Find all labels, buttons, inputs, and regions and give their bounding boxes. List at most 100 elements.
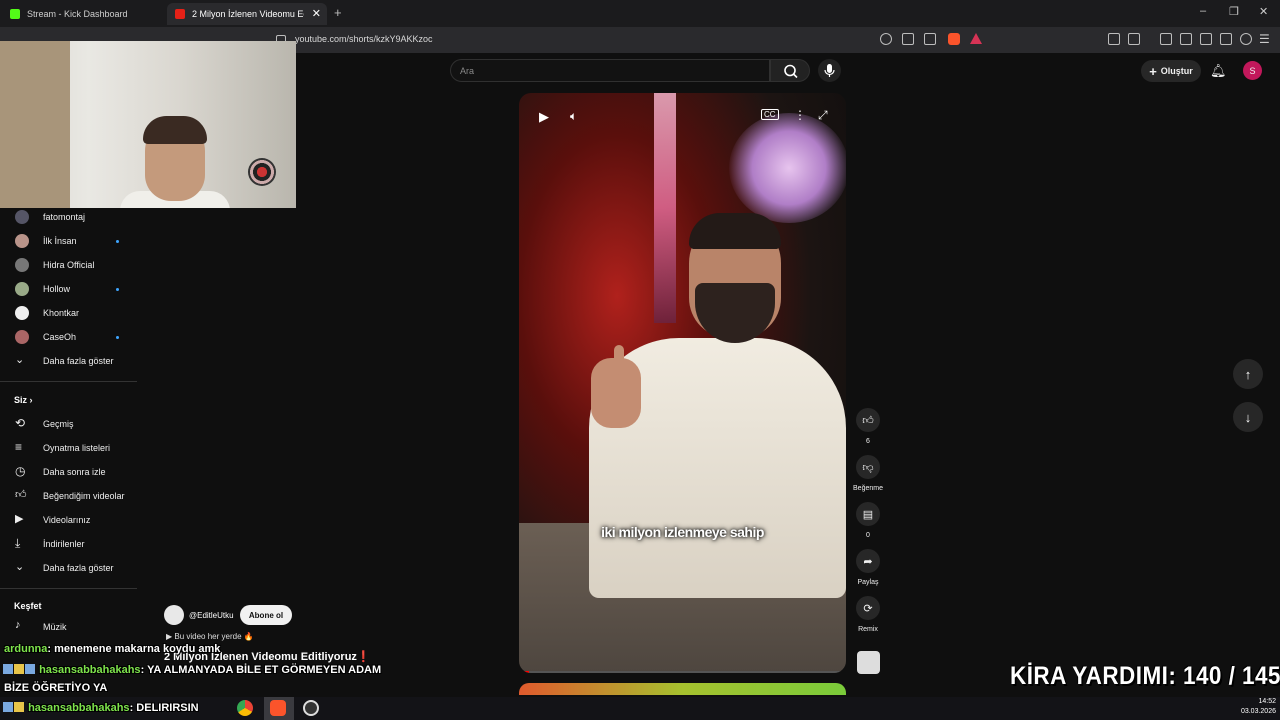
extensions-icon[interactable] (1108, 33, 1120, 45)
brave-rewards-icon[interactable] (970, 33, 982, 44)
more-options-icon[interactable]: ⋮ (794, 108, 806, 122)
media-icon[interactable] (1160, 33, 1172, 45)
badge-icon (3, 702, 13, 712)
sidebar-item-label: Geçmiş (43, 419, 74, 429)
leo-icon[interactable] (1220, 33, 1232, 45)
chat-message: hasansabbahakahs: YA ALMANYADA BİLE ET G… (3, 664, 381, 676)
video-caption: iki milyon izlenmeye sahip (601, 524, 764, 540)
comments-button[interactable]: ▤ (856, 502, 880, 526)
playlists-icon: ≡ (15, 440, 23, 454)
chevron-down-icon: ⌄ (15, 561, 25, 573)
next-short-preview[interactable] (519, 683, 846, 695)
volume-icon[interactable]: 🔈︎ (570, 109, 577, 124)
sidebar-sub-caseoh[interactable]: CaseOh (0, 325, 137, 349)
dartboard (248, 158, 276, 186)
wallet-icon[interactable] (1200, 33, 1212, 45)
vpn-icon[interactable] (1240, 33, 1252, 45)
channel-avatar (15, 210, 29, 224)
menu-icon[interactable]: ☰ (1259, 32, 1270, 46)
notifications-bell-icon[interactable]: 🔔︎ (1210, 63, 1227, 79)
chevron-down-icon: ⌄ (15, 354, 25, 366)
search-input[interactable]: Ara (450, 59, 770, 82)
sidebar-item-label: İlk İnsan (43, 236, 77, 246)
url-field[interactable]: youtube.com/shorts/kzkY9AKKzoc (295, 34, 433, 44)
arrow-up-icon: ↑ (1244, 366, 1252, 382)
chat-message: ardunna: menemene makarna koydu amk (4, 643, 220, 655)
search-button[interactable] (770, 59, 810, 82)
share-button[interactable]: ➦ (856, 549, 880, 573)
fullscreen-icon[interactable]: ⤢ (818, 108, 828, 123)
sidebar-item-downloads[interactable]: ⤓ İndirilenler (0, 532, 137, 556)
sidebar-sub-ilk-insan[interactable]: İlk İnsan (0, 229, 137, 253)
kick-icon (10, 9, 20, 19)
sidebar-item-label: Oynatma listeleri (43, 443, 111, 453)
audio-thumbnail[interactable] (857, 651, 880, 674)
tab-youtube-short[interactable]: 2 Milyon İzlenen Videomu Editli ✕ (167, 3, 327, 25)
sidebar-item-label: CaseOh (43, 332, 77, 342)
comment-icon: ▤ (862, 508, 874, 521)
sidebar-item-your-videos[interactable]: ▶ Videolarınız (0, 508, 137, 532)
sidebar-sub-hidra-official[interactable]: Hidra Official (0, 253, 137, 277)
captions-icon[interactable]: CC (761, 109, 779, 120)
sidebar-item-liked-videos[interactable]: 👍︎ Beğendiğim videolar (0, 484, 137, 508)
thumbs-down-icon: 👎︎ (862, 461, 874, 474)
sidebar-sub-hollow[interactable]: Hollow (0, 277, 137, 301)
sidebar-item-playlists[interactable]: ≡ Oynatma listeleri (0, 436, 137, 460)
like-button[interactable]: 👍︎ (856, 408, 880, 432)
restore-icon[interactable]: ❐ (1229, 5, 1239, 18)
sidebar-item-label: Khontkar (43, 308, 80, 318)
channel-name[interactable]: @EditleUtku (189, 611, 234, 620)
create-button[interactable]: + Oluştur (1141, 60, 1201, 82)
sidebar-item-history[interactable]: ⟲ Geçmiş (0, 412, 137, 436)
sidebar-sub-fatomontaj[interactable]: fatomontaj (0, 205, 137, 229)
video-beard (695, 283, 775, 343)
share-arrow-icon: ➦ (863, 555, 873, 568)
voice-search-button[interactable] (818, 59, 841, 82)
share-icon[interactable] (924, 33, 936, 45)
chat-text: : DELIRIRSIN (129, 702, 199, 714)
chat-username: hasansabbahakahs (39, 664, 141, 676)
obs-icon[interactable] (303, 700, 319, 716)
close-window-icon[interactable]: ✕ (1259, 5, 1268, 18)
tab-kick-dashboard[interactable]: Stream - Kick Dashboard (2, 3, 162, 25)
subscribe-button[interactable]: Abone ol (240, 605, 292, 625)
tab-label: 2 Milyon İzlenen Videomu Editli (192, 9, 304, 19)
sidebar-sub-khontkar[interactable]: Khontkar (0, 301, 137, 325)
music-info[interactable]: ▶ Bu video her yerde 🔥 (166, 632, 254, 641)
sidebar-item-label: Daha fazla göster (43, 356, 114, 366)
shorts-video-player[interactable]: iki milyon izlenmeye sahip ▶ 🔈︎ CC ⋮ ⤢ (519, 93, 846, 673)
chrome-icon[interactable] (237, 700, 253, 716)
sidebar-you-heading[interactable]: Siz › (14, 395, 33, 405)
minimize-icon[interactable]: – (1200, 5, 1206, 17)
remix-label: Remix (858, 626, 878, 633)
sidebar-item-label: Daha sonra izle (43, 467, 106, 477)
brave-icon[interactable] (270, 700, 286, 716)
video-progress-bar[interactable] (519, 671, 846, 673)
close-tab-icon[interactable]: ✕ (312, 7, 321, 20)
new-content-dot (116, 239, 119, 243)
dislike-button[interactable]: 👎︎ (856, 455, 880, 479)
screenshot-icon[interactable] (1128, 33, 1140, 45)
brave-shields-icon[interactable] (948, 33, 960, 45)
sidebar-show-more-subs[interactable]: ⌄ Daha fazla göster (0, 349, 137, 373)
previous-short-button[interactable]: ↑ (1233, 359, 1263, 389)
video-smoke (729, 113, 846, 223)
next-short-button[interactable]: ↓ (1233, 402, 1263, 432)
video-hair (689, 213, 781, 249)
cast-icon[interactable] (902, 33, 914, 45)
sidebar-item-music[interactable]: ♪ Müzik (0, 615, 137, 639)
sidebar-icon[interactable] (1180, 33, 1192, 45)
channel-avatar[interactable] (164, 605, 184, 625)
webcam-overlay (0, 41, 296, 208)
like-count: 6 (866, 438, 870, 445)
chat-message: BİZE ÖĞRETİYO YA (4, 682, 107, 694)
sidebar-item-watch-later[interactable]: ◷ Daha sonra izle (0, 460, 137, 484)
remix-button[interactable]: ⟳ (856, 596, 880, 620)
sidebar-show-more-you[interactable]: ⌄ Daha fazla göster (0, 556, 137, 580)
new-tab-icon[interactable]: + (334, 5, 342, 20)
search-icon (784, 64, 798, 79)
play-icon[interactable]: ▶ (539, 109, 549, 125)
zoom-icon[interactable] (880, 33, 892, 45)
sidebar-explore-heading: Keşfet (14, 601, 42, 611)
account-avatar[interactable]: S (1243, 61, 1262, 80)
